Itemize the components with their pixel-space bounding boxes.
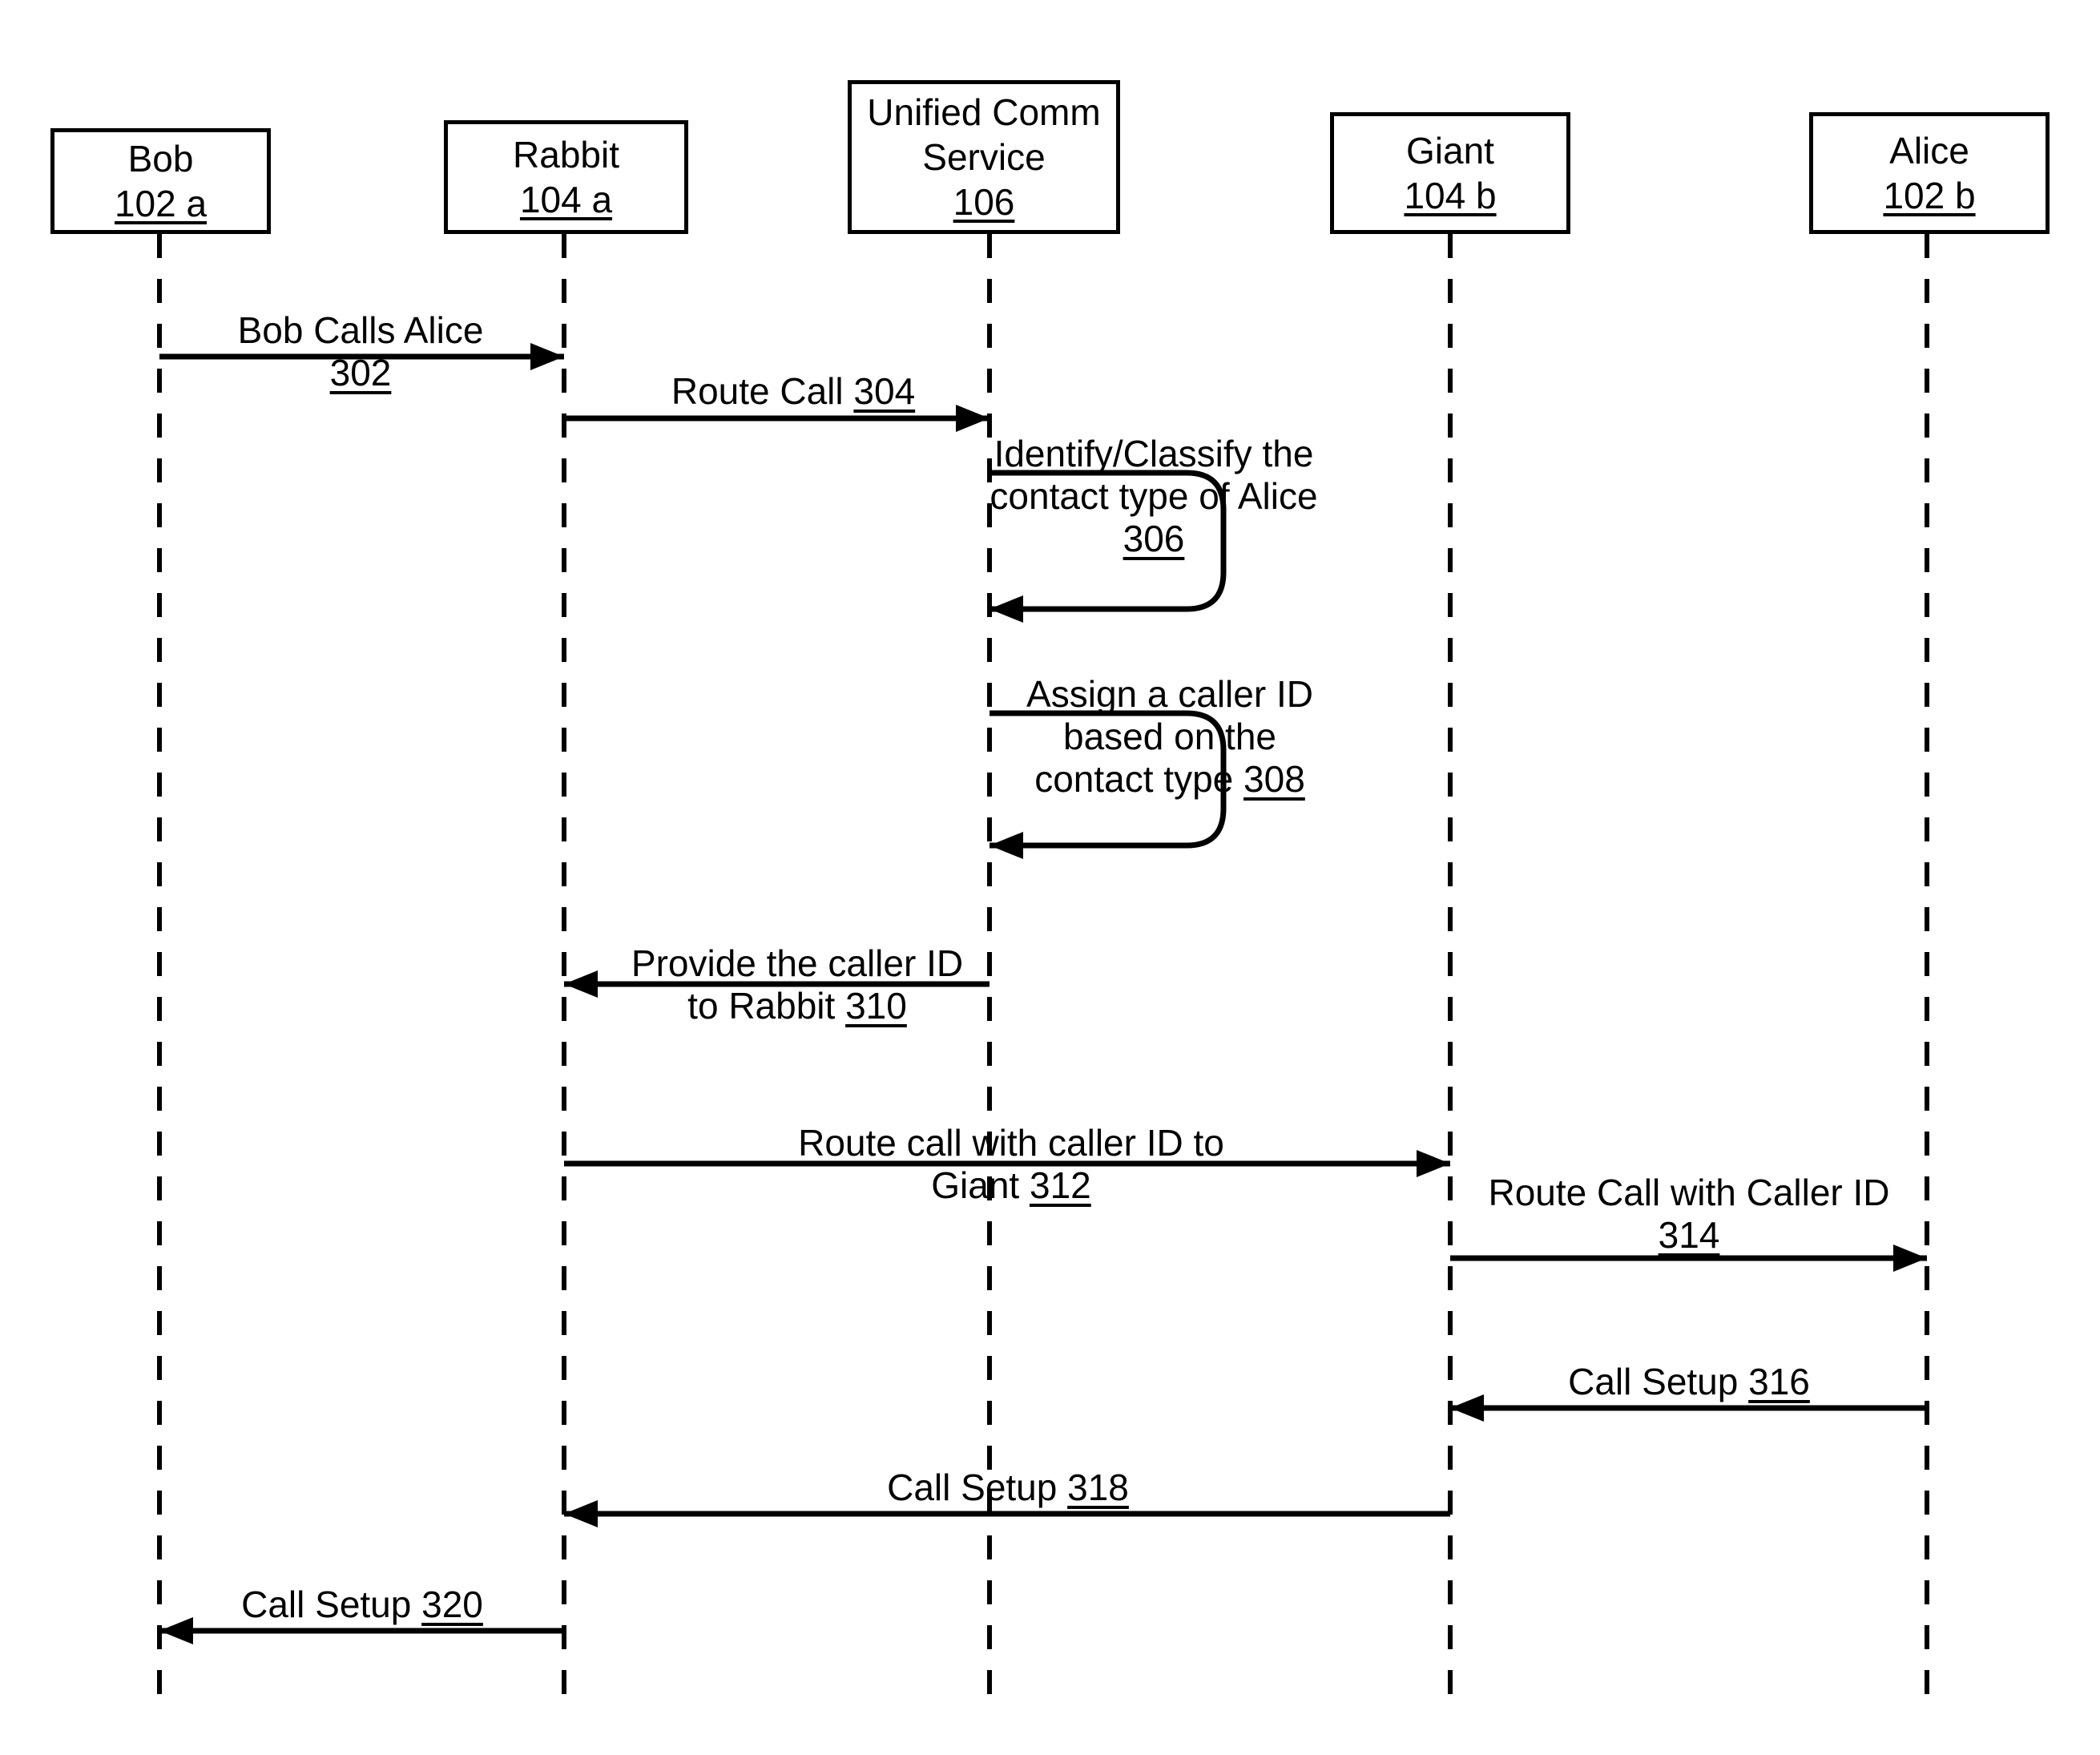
message-label-line: Assign a caller ID	[1026, 673, 1313, 715]
arrow-head	[564, 970, 598, 998]
message-label-310: Provide the caller ID to Rabbit 310	[631, 942, 963, 1027]
participant-box-bob[interactable]: Bob 102 a	[50, 128, 271, 234]
participant-box-ucs[interactable]: Unified Comm Service 106	[848, 80, 1120, 234]
arrow-head	[990, 832, 1023, 859]
message-label-308: Assign a caller ID based on the contact ty…	[1026, 673, 1313, 801]
participant-reference-number: 106	[953, 181, 1015, 224]
message-reference-number: 302	[329, 351, 392, 393]
arrow-head	[530, 343, 564, 370]
message-label-line: 302	[238, 352, 484, 394]
message-label-line: Giant 312	[931, 1164, 1091, 1206]
arrow-head	[1450, 1394, 1484, 1422]
participant-name-line: Service	[922, 135, 1046, 178]
arrow-head	[1893, 1245, 1927, 1272]
message-label-line: contact type of Alice	[990, 474, 1318, 517]
message-label-line: to Rabbit 310	[687, 984, 907, 1027]
message-reference-number: 314	[1658, 1213, 1720, 1256]
message-label-line: Call Setup 320	[241, 1584, 483, 1625]
participant-name-line: Rabbit	[513, 133, 619, 176]
participant-reference-number: 104 a	[519, 179, 613, 220]
message-reference-number: 310	[845, 984, 907, 1027]
message-reference-number: 308	[1243, 757, 1305, 800]
arrow-head	[990, 595, 1023, 623]
message-reference-number: 320	[421, 1584, 483, 1625]
participant-box-alice[interactable]: Alice 102 b	[1809, 112, 2050, 234]
participant-reference-number: 102 b	[1883, 175, 1976, 216]
message-reference-number: 318	[1067, 1467, 1129, 1508]
arrow-head	[956, 405, 990, 432]
participant-box-giant[interactable]: Giant 104 b	[1330, 112, 1570, 234]
message-label-314: Route Call with Caller ID 314	[1488, 1172, 1889, 1257]
message-reference-number: 312	[1029, 1164, 1091, 1206]
message-label-line: Route Call with Caller ID	[1488, 1172, 1890, 1213]
message-reference-number: 304	[853, 370, 916, 412]
message-label-line: contact type 308	[1034, 757, 1305, 800]
participant-box-rabbit[interactable]: Rabbit 104 a	[444, 120, 688, 234]
participant-reference-number: 102 a	[114, 183, 208, 224]
participant-name-line: Unified Comm	[867, 91, 1101, 133]
message-reference-number: 306	[1123, 517, 1185, 559]
message-label-304: Route Call 304	[671, 370, 915, 413]
arrow-head	[1417, 1150, 1450, 1177]
message-label-line: Bob Calls Alice	[237, 309, 484, 351]
message-label-line: Provide the caller ID	[631, 942, 964, 984]
arrow-head	[159, 1617, 193, 1644]
message-label-line: Identify/Classify the	[994, 433, 1314, 474]
message-label-line: Route Call 304	[671, 370, 916, 412]
participant-name-line: Alice	[1889, 129, 1969, 171]
participant-name-line: Giant	[1406, 129, 1494, 171]
message-label-line: Call Setup 316	[1568, 1361, 1810, 1402]
message-label-318: Call Setup 318	[887, 1467, 1129, 1509]
participant-reference-number: 104 b	[1404, 175, 1497, 216]
message-label-line: 314	[1488, 1214, 1889, 1257]
message-label-316: Call Setup 316	[1568, 1361, 1810, 1403]
message-label-line: 306	[990, 518, 1317, 560]
sequence-diagram-canvas: Bob 102 a Rabbit 104 a Unified Comm Service 10…	[0, 0, 2100, 1755]
message-label-302: Bob Calls Alice 302	[238, 309, 484, 394]
message-label-306: Identify/Classify the contact type of Ali…	[990, 433, 1317, 560]
arrow-head	[564, 1500, 598, 1527]
message-label-line: Call Setup 318	[887, 1467, 1129, 1508]
message-label-line: Route call with caller ID to	[798, 1122, 1224, 1164]
message-label-320: Call Setup 320	[241, 1584, 483, 1626]
message-reference-number: 316	[1748, 1361, 1810, 1402]
message-label-line: based on the	[1062, 715, 1277, 757]
participant-name-line: Bob	[127, 137, 194, 180]
message-label-312: Route call with caller ID to Giant 312	[798, 1122, 1224, 1207]
